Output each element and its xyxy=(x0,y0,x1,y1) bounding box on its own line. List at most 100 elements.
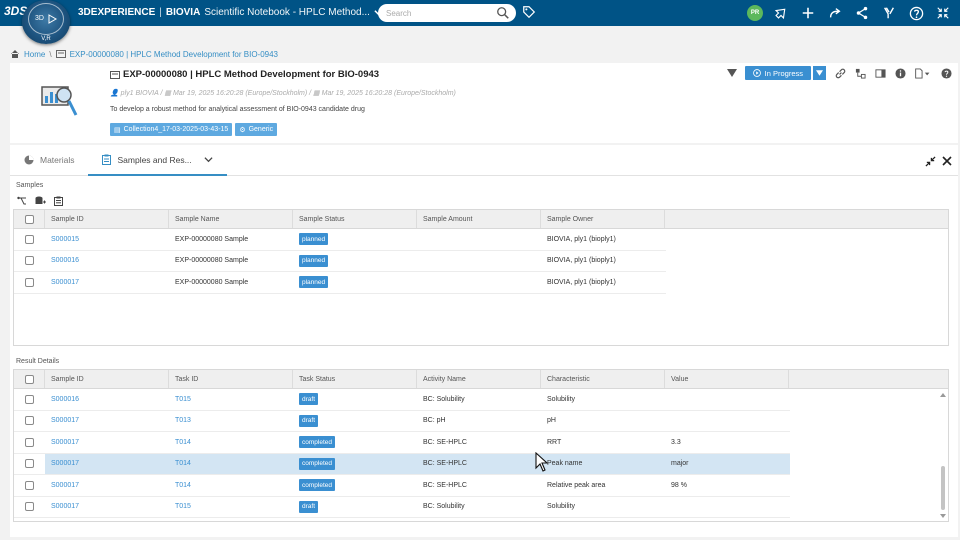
play-icon xyxy=(48,13,57,24)
row-checkbox[interactable] xyxy=(25,256,34,266)
app-title[interactable]: 3DEXPERIENCE | BIOVIA Scientific Noteboo… xyxy=(78,7,383,18)
tab-samples-results[interactable]: Samples and Res... xyxy=(88,144,227,176)
checkbox-cell xyxy=(14,251,45,272)
table-row[interactable]: S000016 T015 draft BC: Solubility Solubility xyxy=(14,389,790,411)
clipboard-icon[interactable] xyxy=(52,195,64,207)
row-checkbox[interactable] xyxy=(25,394,34,404)
task-id-link[interactable]: T015 xyxy=(169,389,293,410)
status-button[interactable]: In Progress xyxy=(744,66,811,80)
table-row[interactable]: S000016 EXP-00000080 Sample planned BIOVIA,… xyxy=(14,251,666,272)
table-row[interactable]: S000017 T013 draft BC: pH pH xyxy=(14,410,790,432)
table-row[interactable]: S000015 EXP-00000080 Sample planned BIOVIA,… xyxy=(14,229,666,251)
collection-chip[interactable]: ▤ Collection4_17-03-2025-03-43-15 xyxy=(110,123,233,136)
search-input[interactable]: Search xyxy=(378,4,516,22)
row-checkbox[interactable] xyxy=(25,277,34,287)
collapse-icon[interactable] xyxy=(934,4,952,22)
task-id-link[interactable]: T015 xyxy=(169,497,293,518)
result-value: 98 % xyxy=(671,481,687,489)
compass-button[interactable]: 3D V,R xyxy=(22,0,70,44)
sample-id-link[interactable]: S000017 xyxy=(45,497,169,518)
sample-id-link[interactable]: S000016 xyxy=(45,251,169,272)
column-header[interactable]: Activity Name xyxy=(417,370,541,388)
row-checkbox[interactable] xyxy=(25,480,34,490)
database-add-icon[interactable] xyxy=(34,195,46,207)
activity-name: BC: Solubility xyxy=(423,395,465,403)
status-badge: completed xyxy=(299,457,335,470)
branch-icon[interactable] xyxy=(16,195,28,207)
column-header[interactable]: Sample Name xyxy=(169,210,293,228)
select-all-checkbox[interactable] xyxy=(24,214,34,224)
checkbox-cell xyxy=(14,475,45,496)
sample-id-link[interactable]: S000015 xyxy=(45,229,169,250)
status-dropdown[interactable] xyxy=(812,66,826,80)
column-header[interactable]: Sample Amount xyxy=(417,210,541,228)
tab-materials[interactable]: Materials xyxy=(10,144,88,175)
sample-id-link[interactable]: S000016 xyxy=(45,389,169,410)
help-icon[interactable] xyxy=(907,4,925,22)
sample-id-link[interactable]: S000017 xyxy=(45,272,169,293)
triangle-down-icon[interactable] xyxy=(726,69,737,77)
column-header[interactable]: Value xyxy=(665,370,789,388)
scroll-down-icon[interactable] xyxy=(939,513,947,519)
mouse-cursor-icon xyxy=(535,452,549,472)
task-id-link[interactable]: T014 xyxy=(169,475,293,496)
minimize-icon[interactable] xyxy=(925,156,936,167)
home-icon[interactable] xyxy=(10,49,20,59)
table-row[interactable]: S000017 T014 completed BC: SE-HPLC Relative … xyxy=(14,475,790,497)
row-checkbox[interactable] xyxy=(25,437,34,447)
sample-id-link[interactable]: S000017 xyxy=(45,454,169,475)
task-id-link[interactable]: T013 xyxy=(169,411,293,432)
row-checkbox[interactable] xyxy=(25,502,34,512)
sample-name: EXP-00000080 Sample xyxy=(175,235,249,243)
table-row[interactable]: S000017 T014 completed BC: SE-HPLC RRT 3.3 xyxy=(14,432,790,454)
column-header[interactable]: Task Status xyxy=(293,370,417,388)
info-icon[interactable] xyxy=(894,67,906,79)
activity-name: BC: pH xyxy=(423,417,446,425)
chevron-down-icon[interactable] xyxy=(204,155,213,164)
breadcrumb-home[interactable]: Home xyxy=(24,50,45,59)
type-chip[interactable]: ⚙ Generic xyxy=(235,123,278,136)
column-header[interactable]: Sample ID xyxy=(45,210,169,228)
network-icon[interactable] xyxy=(853,4,871,22)
scrollbar-thumb[interactable] xyxy=(941,466,945,510)
row-checkbox[interactable] xyxy=(25,234,34,244)
sample-id-link[interactable]: S000017 xyxy=(45,411,169,432)
column-header[interactable]: Sample ID xyxy=(45,370,169,388)
select-all-checkbox[interactable] xyxy=(24,374,34,384)
close-icon[interactable] xyxy=(942,156,952,166)
breadcrumb-current[interactable]: EXP-00000080 | HPLC Method Development f… xyxy=(70,50,278,59)
link-icon[interactable] xyxy=(834,67,846,79)
help-icon[interactable] xyxy=(940,67,952,79)
column-header[interactable]: Sample Status xyxy=(293,210,417,228)
search-icon[interactable] xyxy=(496,6,510,20)
hierarchy-icon[interactable] xyxy=(854,67,866,79)
column-header[interactable]: Sample Owner xyxy=(541,210,665,228)
table-row[interactable]: S000017 T014 completed BC: SE-HPLC Peak name… xyxy=(14,453,790,475)
breadcrumb: Home \ EXP-00000080 | HPLC Method Develo… xyxy=(10,48,278,60)
tag-icon[interactable] xyxy=(522,5,536,19)
panel-icon[interactable] xyxy=(874,67,886,79)
sample-owner: BIOVIA, ply1 (bioply1) xyxy=(547,235,616,243)
tools-icon[interactable] xyxy=(880,4,898,22)
activity-name: BC: SE-HPLC xyxy=(423,438,467,446)
column-header[interactable]: Characteristic xyxy=(541,370,665,388)
pie-icon xyxy=(24,155,34,164)
avatar[interactable]: PR xyxy=(747,5,763,21)
table-row[interactable]: S000017 EXP-00000080 Sample planned BIOVIA,… xyxy=(14,272,666,294)
add-icon[interactable] xyxy=(799,4,817,22)
task-id-link[interactable]: T014 xyxy=(169,432,293,453)
task-id-link[interactable]: T014 xyxy=(169,454,293,475)
table-row[interactable]: S000017 T015 draft BC: Solubility Solubility xyxy=(14,496,790,518)
task-status-cell: completed xyxy=(293,475,417,496)
forward-icon[interactable] xyxy=(826,4,844,22)
share-icon[interactable] xyxy=(772,4,790,22)
row-checkbox[interactable] xyxy=(25,416,34,426)
document-menu-icon[interactable] xyxy=(914,67,932,79)
results-scrollbar[interactable] xyxy=(939,390,947,521)
sample-id-link[interactable]: S000017 xyxy=(45,475,169,496)
column-header[interactable]: Task ID xyxy=(169,370,293,388)
scroll-up-icon[interactable] xyxy=(939,392,947,398)
sample-id-link[interactable]: S000017 xyxy=(45,432,169,453)
characteristic: Peak name xyxy=(547,460,583,468)
row-checkbox[interactable] xyxy=(25,459,34,469)
